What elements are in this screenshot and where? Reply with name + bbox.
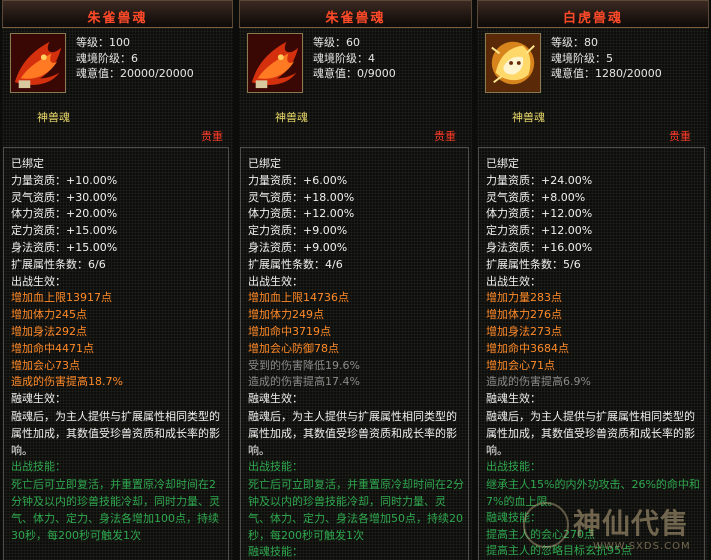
rarity-label: 贵重 (669, 130, 691, 143)
card-stats: 等级：100 魂境阶级：6 魂意值：20000/20000 (76, 35, 194, 82)
detail-lines: 已绑定力量资质：+10.00% 灵气资质：+30.00% 体力资质：+20.00% 定… (11, 156, 224, 544)
detail-line: 灵气资质：+18.00% (248, 190, 355, 204)
card-title-bar: 白虎兽魂 (477, 0, 709, 28)
detail-line: 造成的伤害提高6.9% (486, 375, 591, 389)
card-stats: 等级：60 魂境阶级：4 魂意值：0/9000 (313, 35, 396, 82)
category-label: 神兽魂 (275, 111, 308, 124)
detail-box: 已绑定力量资质：+10.00% 灵气资质：+30.00% 体力资质：+20.00% 定… (3, 147, 229, 560)
realm-rank: 魂境阶级：6 (76, 51, 138, 65)
detail-line: 增加会心防御78点 (248, 341, 339, 355)
detail-line: 灵气资质：+30.00% (11, 190, 118, 204)
detail-line: 融魂后，为主人提供与扩展属性相同类型的属性加成，其数值受珍兽资质和成长率的影响。 (248, 409, 457, 457)
card-stats: 等级：80 魂境阶级：5 魂意值：1280/20000 (551, 35, 662, 82)
detail-line: 融魂技能： (248, 544, 303, 558)
detail-line: 增加体力245点 (11, 308, 87, 322)
detail-line: 扩展属性条数：6/6 (11, 257, 106, 271)
watermark-logo: 神仙代售 WWW.SXDS.COM (507, 496, 707, 560)
detail-line: 定力资质：+15.00% (11, 224, 118, 238)
detail-line: 造成的伤害提高17.4% (248, 375, 360, 389)
watermark-url: WWW.SXDS.COM (593, 541, 691, 552)
detail-line: 身法资质：+9.00% (248, 240, 348, 254)
soul-value: 魂意值：1280/20000 (551, 67, 662, 80)
detail-line: 出战技能： (248, 459, 303, 473)
detail-line: 灵气资质：+8.00% (486, 190, 586, 204)
detail-line: 融魂生效： (486, 392, 541, 406)
detail-line: 造成的伤害提高18.7% (11, 375, 123, 389)
rarity-label: 贵重 (201, 130, 223, 143)
vermilion-bird-soul-icon[interactable] (247, 33, 303, 93)
card-title-bar: 朱雀兽魂 (239, 0, 472, 28)
card-title: 白虎兽魂 (562, 11, 623, 26)
soul-value: 魂意值：0/9000 (313, 67, 396, 80)
detail-line: 融魂后，为主人提供与扩展属性相同类型的属性加成，其数值受珍兽资质和成长率的影响。 (486, 409, 695, 457)
detail-line: 融魂生效： (248, 392, 303, 406)
vermilion-bird-soul-icon[interactable] (10, 33, 66, 93)
level: 等级：80 (551, 36, 598, 49)
category-label: 神兽魂 (512, 111, 545, 124)
detail-line: 体力资质：+12.00% (248, 207, 355, 221)
detail-line: 力量资质：+6.00% (248, 173, 348, 187)
watermark-emblem-icon (523, 502, 569, 548)
level: 等级：100 (76, 36, 130, 49)
detail-line: 增加会心71点 (486, 358, 555, 372)
detail-line: 定力资质：+9.00% (248, 224, 348, 238)
detail-line: 增加身法273点 (486, 324, 562, 338)
detail-line: 已绑定 (248, 157, 281, 170)
category-label: 神兽魂 (37, 111, 70, 124)
detail-line: 增加体力249点 (248, 308, 324, 322)
detail-line: 死亡后可立即复活，并重置原冷却时间在2分钟及以内的珍兽技能冷却，同时力量、灵气、… (11, 477, 220, 542)
detail-line: 增加血上限14736点 (248, 291, 349, 305)
detail-line: 融魂后，为主人提供与扩展属性相同类型的属性加成，其数值受珍兽资质和成长率的影响。 (11, 409, 220, 457)
pet-soul-card-3: 白虎兽魂 等级：80 魂境阶级：5 魂意值：1280/20000 神兽魂 贵重 … (477, 0, 709, 560)
detail-line: 死亡后可立即复活，并重置原冷却时间在2分钟及以内的珍兽技能冷却，同时力量、灵气、… (248, 477, 464, 542)
detail-line: 增加力量283点 (486, 291, 562, 305)
card-title-bar: 朱雀兽魂 (2, 0, 233, 28)
detail-line: 增加命中3684点 (486, 341, 569, 355)
rarity-label: 贵重 (434, 130, 456, 143)
detail-line: 扩展属性条数：5/6 (486, 257, 581, 271)
detail-line: 增加身法292点 (11, 324, 87, 338)
pet-soul-card-1: 朱雀兽魂 等级：100 魂境阶级：6 魂意值：20000/20000 神兽魂 贵… (2, 0, 233, 560)
detail-line: 增加会心73点 (11, 358, 80, 372)
detail-line: 力量资质：+24.00% (486, 173, 593, 187)
watermark-text: 神仙代售 (573, 507, 690, 540)
detail-line: 出战技能： (11, 459, 66, 473)
detail-line: 增加血上限13917点 (11, 291, 112, 305)
detail-line: 受到的伤害降低19.6% (248, 358, 360, 372)
detail-line: 出战生效： (248, 274, 303, 288)
detail-line: 体力资质：+12.00% (486, 207, 593, 221)
detail-line: 增加命中3719点 (248, 324, 331, 338)
detail-line: 扩展属性条数：4/6 (248, 257, 343, 271)
detail-line: 力量资质：+10.00% (11, 173, 118, 187)
detail-line: 出战生效： (486, 274, 541, 288)
detail-line: 体力资质：+20.00% (11, 207, 118, 221)
detail-line: 身法资质：+16.00% (486, 240, 593, 254)
detail-line: 身法资质：+15.00% (11, 240, 118, 254)
realm-rank: 魂境阶级：4 (313, 51, 375, 65)
detail-line: 融魂生效： (11, 392, 66, 406)
detail-box: 已绑定力量资质：+6.00% 灵气资质：+18.00% 体力资质：+12.00% 定力… (240, 147, 469, 560)
card-title: 朱雀兽魂 (325, 11, 386, 26)
detail-line: 增加命中4471点 (11, 341, 94, 355)
detail-line: 定力资质：+12.00% (486, 224, 593, 238)
detail-line: 已绑定 (11, 157, 44, 170)
level: 等级：60 (313, 36, 360, 49)
soul-value: 魂意值：20000/20000 (76, 67, 194, 80)
detail-line: 出战技能： (486, 459, 541, 473)
white-tiger-soul-icon[interactable] (485, 33, 541, 93)
realm-rank: 魂境阶级：5 (551, 51, 613, 65)
pet-soul-card-2: 朱雀兽魂 等级：60 魂境阶级：4 魂意值：0/9000 神兽魂 贵重 已绑定力… (239, 0, 472, 560)
detail-lines: 已绑定力量资质：+6.00% 灵气资质：+18.00% 体力资质：+12.00% 定力… (248, 156, 464, 560)
card-title: 朱雀兽魂 (87, 11, 148, 26)
detail-line: 增加体力276点 (486, 308, 562, 322)
detail-line: 出战生效： (11, 274, 66, 288)
detail-line: 已绑定 (486, 157, 519, 170)
